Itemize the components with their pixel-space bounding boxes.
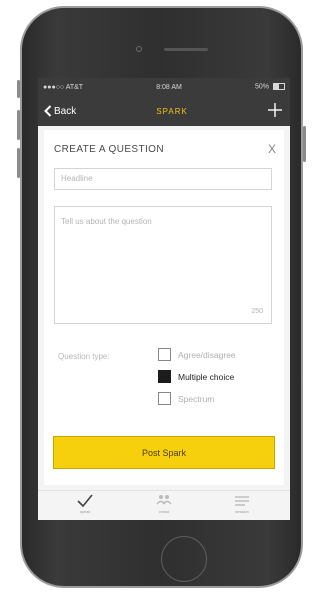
description-textarea[interactable]: Tell us about the question 250	[54, 206, 272, 324]
mute-switch	[17, 80, 20, 98]
question-type-label: Question type:	[58, 352, 110, 361]
add-icon	[267, 103, 282, 117]
create-question-card: CREATE A QUESTION X Headline Tell us abo…	[44, 130, 284, 485]
tab-label: session	[235, 509, 249, 514]
battery-indicator: 50%	[255, 83, 285, 91]
option-multiple-choice[interactable]: Multiple choice	[158, 370, 234, 383]
description-placeholder: Tell us about the question	[61, 217, 152, 226]
option-spectrum[interactable]: Spectrum	[158, 392, 214, 405]
nav-bar: Back SPARK	[38, 96, 290, 126]
checkbox-spectrum[interactable]	[158, 392, 171, 405]
checkbox-agree-disagree[interactable]	[158, 348, 171, 361]
back-button[interactable]: Back	[44, 105, 76, 117]
power-button	[303, 126, 306, 162]
nav-title: SPARK	[156, 106, 188, 116]
volume-down-button	[17, 148, 20, 178]
tab-crowd[interactable]: crowd	[144, 491, 184, 520]
tab-speak[interactable]: speak	[65, 491, 105, 520]
screen: ●●●○○ AT&T 8:08 AM 50% Back SPARK CREATE…	[38, 78, 290, 520]
people-icon	[156, 495, 172, 505]
card-title: CREATE A QUESTION	[54, 144, 164, 155]
char-counter: 250	[251, 308, 263, 315]
list-icon	[235, 496, 249, 506]
tab-label: speak	[79, 509, 91, 514]
chevron-left-icon	[44, 105, 52, 117]
battery-text: 50%	[255, 83, 270, 91]
post-spark-button[interactable]: Post Spark	[53, 436, 275, 469]
close-button[interactable]: X	[268, 142, 276, 156]
volume-up-button	[17, 110, 20, 140]
camera-icon	[136, 46, 142, 52]
plus-icon[interactable]	[267, 101, 282, 121]
speaker-grille	[164, 48, 208, 51]
checkbox-multiple-choice[interactable]	[158, 370, 171, 383]
option-agree-disagree[interactable]: Agree/disagree	[158, 348, 236, 361]
tab-label: crowd	[158, 509, 170, 514]
home-button[interactable]	[161, 536, 207, 582]
status-bar: ●●●○○ AT&T 8:08 AM 50%	[38, 78, 290, 96]
carrier-text: ●●●○○ AT&T	[43, 83, 84, 91]
headline-input[interactable]: Headline	[54, 168, 272, 190]
tab-bar: speak crowd session	[38, 490, 290, 520]
battery-icon	[272, 83, 285, 91]
option-label: Spectrum	[178, 393, 215, 404]
clock-text: 8:08 AM	[156, 83, 182, 91]
checkmark-icon	[77, 494, 93, 508]
option-label: Agree/disagree	[178, 349, 236, 360]
back-label: Back	[54, 105, 77, 117]
tab-session[interactable]: session	[222, 491, 262, 520]
option-label: Multiple choice	[178, 371, 235, 382]
